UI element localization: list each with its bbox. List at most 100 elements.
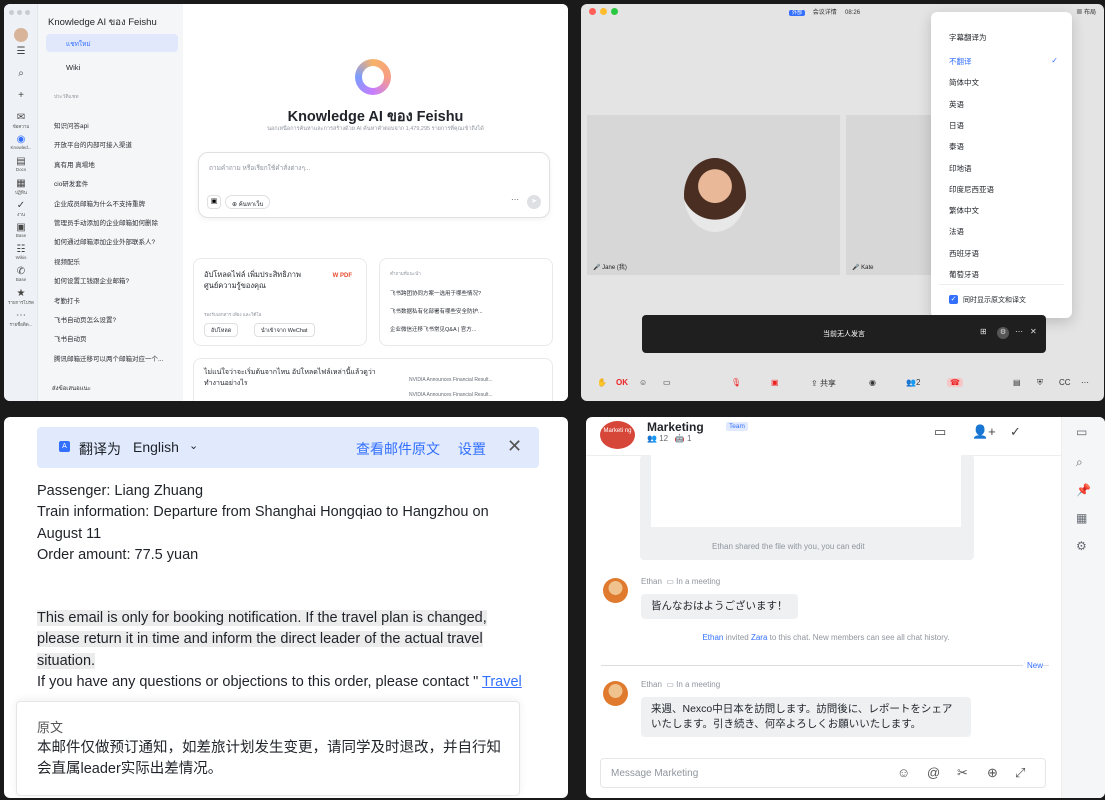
sample-file[interactable]: NVIDIA Announces Financial Result... xyxy=(409,392,493,398)
rail-item[interactable]: ✓ งาน xyxy=(4,200,38,218)
camera-off-icon[interactable]: ▣ xyxy=(771,378,779,387)
leave-icon[interactable]: ☎ xyxy=(947,378,963,387)
participants-button[interactable]: 👥2 xyxy=(906,378,920,387)
upload-button[interactable]: อัปโหลด xyxy=(204,323,239,337)
more-icon[interactable]: ⋯ xyxy=(1081,378,1089,387)
history-item[interactable]: 飞书自动页 xyxy=(54,333,179,343)
bot-count[interactable]: 1 xyxy=(687,434,691,443)
message-bubble[interactable]: 皆んなおはようございます！ xyxy=(641,594,798,619)
search-history-icon[interactable]: ⌕ xyxy=(1076,455,1083,470)
group-avatar[interactable]: Marketi ng xyxy=(600,421,635,449)
layout-button[interactable]: ▦ 布局 xyxy=(1076,7,1096,16)
more-icon[interactable]: ⋯ xyxy=(511,195,519,204)
language-option[interactable]: 葡萄牙语 xyxy=(949,269,979,280)
message-bubble[interactable]: 来週、Nexco中日本を訪問します。訪問後に、レポートをシェアいたします。引き続… xyxy=(641,697,971,737)
settings-icon[interactable]: ⚙ xyxy=(997,327,1009,339)
question-input[interactable]: ถามคำถาม หรือเรียกใช้คำสั่งต่างๆ... ▣ ⊕ … xyxy=(198,152,550,218)
apps-icon[interactable]: ▦ xyxy=(1076,511,1087,525)
language-option[interactable]: 印度尼西亚语 xyxy=(949,184,994,195)
history-item[interactable]: 如何通过邮箱添加企业外部联系人? xyxy=(54,236,179,246)
send-icon[interactable]: ➤ xyxy=(527,195,541,209)
history-item[interactable]: 飞书自动页怎么设置? xyxy=(54,314,179,324)
add-member-icon[interactable]: 👤+ xyxy=(972,424,996,440)
system-target[interactable]: Zara xyxy=(751,633,767,642)
window-controls[interactable] xyxy=(589,8,618,15)
chevron-down-icon[interactable]: ✓ xyxy=(1010,424,1021,440)
image-icon[interactable]: ▣ xyxy=(207,195,221,209)
language-option[interactable]: 印地语 xyxy=(949,163,972,174)
meeting-details-link[interactable]: 会议详情 xyxy=(813,10,837,16)
settings-link[interactable]: 设置 xyxy=(458,439,486,459)
avatar[interactable] xyxy=(14,28,28,42)
gear-icon[interactable]: ⚙ xyxy=(1076,539,1087,553)
video-tile-kate[interactable]: 🎤 Kate xyxy=(846,115,936,275)
suggested-question[interactable]: 企业微信迁移飞书常见Q&A | 官方... xyxy=(390,325,540,333)
rail-item[interactable]: ▦ ปฏิทิน xyxy=(4,178,38,196)
language-option[interactable]: 泰语 xyxy=(949,141,964,152)
history-item[interactable]: 企业成员邮箱为什么不支持重牌 xyxy=(54,198,179,208)
web-search-button[interactable]: ⊕ ค้นหาเว็บ xyxy=(225,195,271,209)
sample-file[interactable]: NVIDIA Announces Financial Result... xyxy=(409,377,493,383)
emoji-icon[interactable]: ☺ xyxy=(639,378,647,387)
history-item[interactable]: 管理员手动添加的企业邮箱如何删除 xyxy=(54,217,179,227)
emoji-icon[interactable]: ☺ xyxy=(897,765,910,780)
language-option[interactable]: 繁体中文 xyxy=(949,205,979,216)
show-both-label[interactable]: 同时显示原文和译文 xyxy=(963,295,1026,305)
expand-icon[interactable]: ⤢ xyxy=(1015,765,1025,781)
chevron-down-icon[interactable]: ⌄ xyxy=(189,439,198,452)
rail-item[interactable]: ⌕ xyxy=(4,68,38,79)
add-icon[interactable]: ⊕ xyxy=(987,765,998,781)
share-button[interactable]: ⇪ 共享 xyxy=(811,378,836,389)
history-item[interactable]: 如何设置工钱跟企业邮箱? xyxy=(54,275,179,285)
view-original-link[interactable]: 查看邮件原文 xyxy=(356,439,440,459)
hand-icon[interactable]: ✋ xyxy=(597,378,607,387)
language-option[interactable]: 不翻译 xyxy=(949,56,972,67)
system-actor[interactable]: Ethan xyxy=(702,633,723,642)
avatar[interactable] xyxy=(603,578,628,603)
close-icon[interactable]: ✕ xyxy=(1030,327,1037,336)
mention-icon[interactable]: @ xyxy=(927,765,940,780)
language-option[interactable]: 简体中文 xyxy=(949,77,979,88)
chat-icon[interactable]: ▭ xyxy=(663,378,671,387)
shared-file-card[interactable]: Ethan shared the file with you, you can … xyxy=(640,455,974,560)
notes-icon[interactable]: ▤ xyxy=(1013,378,1021,387)
avatar[interactable] xyxy=(603,681,628,706)
feedback-link[interactable]: ส่งข้อเสนอแนะ xyxy=(52,383,91,393)
rail-item[interactable]: ▣ Base xyxy=(4,222,38,238)
rail-item[interactable]: ✆ Base xyxy=(4,266,38,282)
rail-item[interactable]: ☷ Wikis xyxy=(4,244,38,260)
rail-item[interactable]: ◉ Knowled... xyxy=(4,134,38,150)
rail-item[interactable]: ▤ Docs xyxy=(4,156,38,172)
rail-item[interactable]: ✉ ข้อความ xyxy=(4,112,38,130)
record-icon[interactable]: ◉ xyxy=(869,378,876,387)
rail-item[interactable]: ⋯ รายชื่อติด... xyxy=(4,310,38,328)
language-select[interactable]: English xyxy=(133,439,179,455)
checkbox-icon[interactable]: ✓ xyxy=(949,295,958,304)
history-item[interactable]: 知识问答api xyxy=(54,120,179,130)
message-input[interactable]: Message Marketing ☺ @ ✂ ⊕ ⤢ xyxy=(600,758,1046,788)
close-icon[interactable]: ✕ xyxy=(507,436,522,457)
sender-name[interactable]: Ethan xyxy=(641,680,662,689)
history-item[interactable]: 真有用 真場地 xyxy=(54,159,179,169)
ok-reaction[interactable]: OK xyxy=(616,378,628,387)
shield-icon[interactable]: ⛨ xyxy=(1037,378,1043,388)
member-count[interactable]: 12 xyxy=(659,434,668,443)
rail-item[interactable]: ☰ xyxy=(4,46,38,57)
travel-link[interactable]: Travel xyxy=(482,674,522,690)
mic-muted-icon[interactable]: 🎙 xyxy=(731,378,741,387)
history-item[interactable]: 考勤打卡 xyxy=(54,295,179,305)
group-name[interactable]: Marketing xyxy=(647,420,704,434)
history-item[interactable]: 开放平台的内部可接入渠道 xyxy=(54,139,179,149)
rail-item[interactable]: ★ รายการโปรด xyxy=(4,288,38,306)
language-option[interactable]: 西班牙语 xyxy=(949,248,979,259)
import-wechat-button[interactable]: นำเข้าจาก WeChat xyxy=(254,323,315,337)
captions-icon[interactable]: CC xyxy=(1059,378,1071,387)
history-item[interactable]: cio研发套件 xyxy=(54,178,179,188)
pin-icon[interactable]: 📌 xyxy=(1076,483,1091,497)
new-chat-button[interactable]: แชทใหม่ xyxy=(46,34,178,52)
more-icon[interactable]: ⋯ xyxy=(1015,327,1023,336)
suggested-question[interactable]: 飞书跨团协同方案一选用于哪些情况? xyxy=(390,289,540,297)
sender-name[interactable]: Ethan xyxy=(641,577,662,586)
suggested-question[interactable]: 飞书数据私有化部署有哪些安全防护... xyxy=(390,307,540,315)
folder-icon[interactable]: ▭ xyxy=(1076,425,1087,439)
